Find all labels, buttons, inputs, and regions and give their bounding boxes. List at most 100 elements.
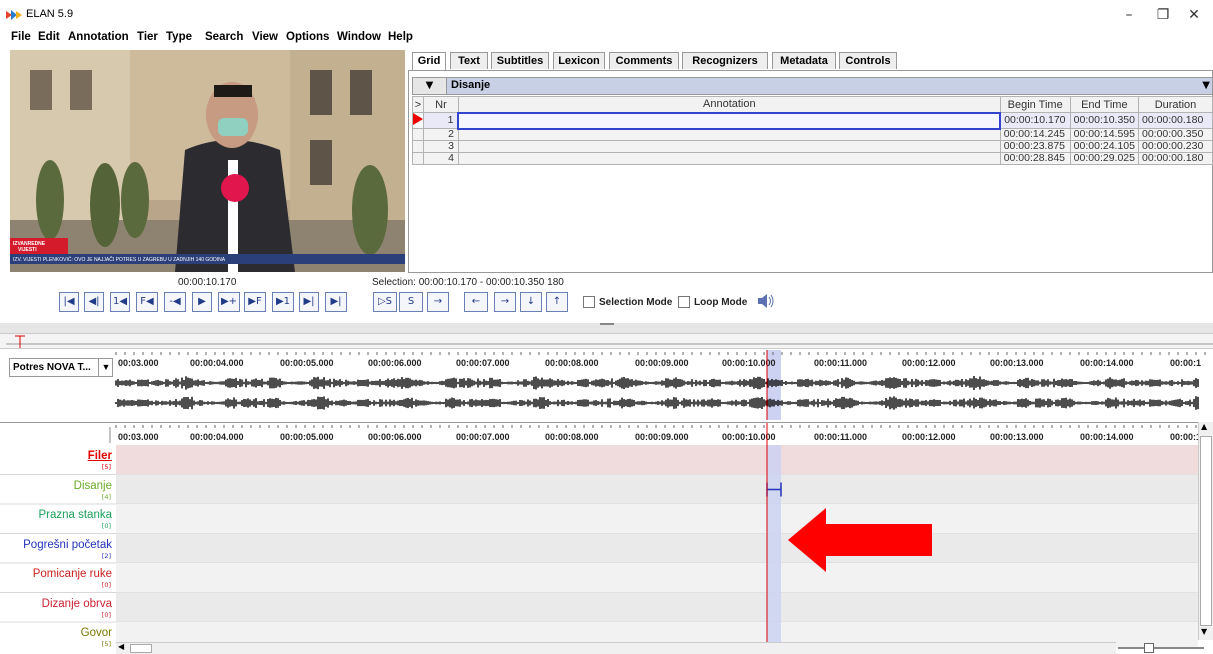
timeline-viewer[interactable]: 00:03.000 00:00:04.000 00:00:05.000 00:00:0… (0, 422, 1198, 648)
waveform-viewer[interactable]: 00:03.000 00:00:04.000 00:00:05.000 00:00:0… (0, 350, 1213, 420)
menu-view[interactable]: View (252, 31, 278, 43)
next-block-button[interactable]: ▶| (299, 292, 319, 312)
previous-pixel-button[interactable]: -◀ (164, 292, 186, 312)
row-nr: 3 (423, 140, 459, 153)
menu-options[interactable]: Options (286, 31, 329, 43)
col-annotation[interactable]: Annotation (457, 96, 1001, 113)
dropdown-arrow-icon[interactable]: ▼ (1202, 80, 1210, 91)
tab-metadata[interactable]: Metadata (772, 52, 836, 69)
menu-file[interactable]: File (11, 31, 31, 43)
row-annotation[interactable] (457, 128, 1001, 141)
row-annotation[interactable] (457, 152, 1001, 165)
previous-second-button[interactable]: 1◀ (110, 292, 130, 312)
table-row[interactable]: 3 00:00:23.875 00:00:24.105 00:00:00.230 (412, 140, 1213, 153)
tier-row[interactable] (116, 533, 1198, 564)
row-annotation[interactable] (457, 111, 1002, 130)
splitter-bar[interactable] (0, 323, 1213, 333)
tier-selector[interactable]: ▼ Disanje ▼ (412, 77, 1213, 95)
media-selector-arrow-icon[interactable]: ▼ (98, 359, 113, 376)
row-end: 00:00:29.025 (1069, 152, 1139, 165)
tier-down-button[interactable]: ↓ (520, 292, 542, 312)
tab-grid[interactable]: Grid (412, 52, 446, 71)
selection-boundary-button[interactable]: → (427, 292, 449, 312)
tab-text[interactable]: Text (450, 52, 488, 69)
row-duration: 00:00:00.180 (1137, 112, 1213, 129)
tier-label[interactable]: Filer (88, 450, 112, 462)
ticker-badge-2: VIJESTI (18, 247, 37, 253)
speaker-icon[interactable] (757, 294, 775, 308)
play-button[interactable]: ▶ (192, 292, 212, 312)
overview-ruler[interactable] (0, 333, 1213, 349)
col-nr[interactable]: Nr (423, 96, 459, 113)
tier-annotation-count: [5] (101, 463, 111, 471)
go-to-end-button[interactable]: ▶| (325, 292, 347, 312)
col-begin-time[interactable]: Begin Time (999, 96, 1071, 113)
next-frame-button[interactable]: ▶F (244, 292, 266, 312)
menu-help[interactable]: Help (388, 31, 413, 43)
tier-label[interactable]: Govor (81, 627, 112, 639)
waveform-channel (115, 376, 1199, 390)
menu-type[interactable]: Type (166, 31, 192, 43)
tab-controls[interactable]: Controls (839, 52, 897, 69)
tab-comments[interactable]: Comments (609, 52, 679, 69)
tier-row[interactable] (116, 563, 1198, 593)
prev-annotation-button[interactable]: ← (464, 292, 488, 312)
current-row-marker-icon (412, 112, 424, 129)
tier-row[interactable] (116, 474, 1198, 505)
next-annotation-button[interactable]: → (494, 292, 516, 312)
menu-annotation[interactable]: Annotation (68, 31, 129, 43)
scroll-up-icon[interactable]: ▲ (1201, 422, 1207, 431)
table-row[interactable]: 2 00:00:14.245 00:00:14.595 00:00:00.350 (412, 128, 1213, 141)
tab-subtitles[interactable]: Subtitles (491, 52, 549, 69)
menu-edit[interactable]: Edit (38, 31, 60, 43)
waveform-tick-label: 00:00:05.000 (280, 358, 334, 368)
loop-mode-checkbox[interactable] (678, 296, 690, 308)
go-to-begin-button[interactable]: |◀ (59, 292, 79, 312)
menu-window[interactable]: Window (337, 31, 381, 43)
row-nr: 1 (423, 112, 459, 129)
previous-frame-block-button[interactable]: ◀| (84, 292, 104, 312)
timeline-tick-label: 00:00:12.000 (902, 432, 956, 442)
waveform-tick-label: 00:03.000 (118, 358, 159, 368)
tier-selector-value: Disanje (451, 79, 491, 91)
tier-label[interactable]: Prazna stanka (38, 509, 112, 521)
tier-row[interactable] (116, 504, 1198, 534)
selection-mode-checkbox[interactable] (583, 296, 595, 308)
row-annotation[interactable] (457, 140, 1001, 153)
play-selection-button[interactable]: ▷S (373, 292, 397, 312)
menu-tier[interactable]: Tier (137, 31, 158, 43)
tier-row[interactable] (116, 445, 1198, 475)
row-marker (412, 152, 424, 165)
clear-selection-button[interactable]: S (399, 292, 423, 312)
next-second-button[interactable]: ▶1 (272, 292, 294, 312)
zoom-slider[interactable] (1110, 643, 1210, 653)
media-selector[interactable]: Potres NOVA T... ▼ (9, 358, 113, 377)
next-pixel-button[interactable]: ▶+ (218, 292, 240, 312)
table-row[interactable]: 1 00:00:10.170 00:00:10.350 00:00:00.180 (412, 111, 1213, 130)
col-end-time[interactable]: End Time (1069, 96, 1139, 113)
loop-mode-label: Loop Mode (694, 297, 748, 308)
tab-recognizers[interactable]: Recognizers (682, 52, 768, 69)
close-button[interactable]: ✕ (1176, 4, 1212, 26)
horizontal-scrollbar[interactable]: ◀ (116, 642, 1116, 654)
menu-search[interactable]: Search (205, 31, 243, 43)
col-duration[interactable]: Duration (1137, 96, 1213, 113)
table-row[interactable]: 4 00:00:28.845 00:00:29.025 00:00:00.180 (412, 152, 1213, 165)
tier-up-button[interactable]: ↑ (546, 292, 568, 312)
tier-label[interactable]: Disanje (74, 480, 112, 492)
timeline-tick-label: 00:00:05.000 (280, 432, 334, 442)
window-title: ELAN 5.9 (26, 8, 74, 20)
scroll-left-icon[interactable]: ◀ (118, 642, 124, 651)
video-player[interactable]: IZVANREDNE VIJESTI IZV. VIJESTI PLENKOVI… (10, 50, 405, 272)
scroll-down-icon[interactable]: ▼ (1201, 627, 1207, 636)
minimize-button[interactable]: – (1111, 4, 1147, 26)
vertical-scrollbar[interactable]: ▲ ▼ (1198, 422, 1213, 640)
tier-label[interactable]: Dizanje obrva (42, 598, 112, 610)
tier-row[interactable] (116, 592, 1198, 623)
row-marker (412, 128, 424, 141)
tier-selector-down-icon[interactable]: ▼ (413, 78, 447, 94)
tier-label[interactable]: Pogrešni početak (23, 539, 112, 551)
previous-frame-button[interactable]: F◀ (136, 292, 158, 312)
tier-label[interactable]: Pomicanje ruke (33, 568, 112, 580)
tab-lexicon[interactable]: Lexicon (553, 52, 605, 69)
